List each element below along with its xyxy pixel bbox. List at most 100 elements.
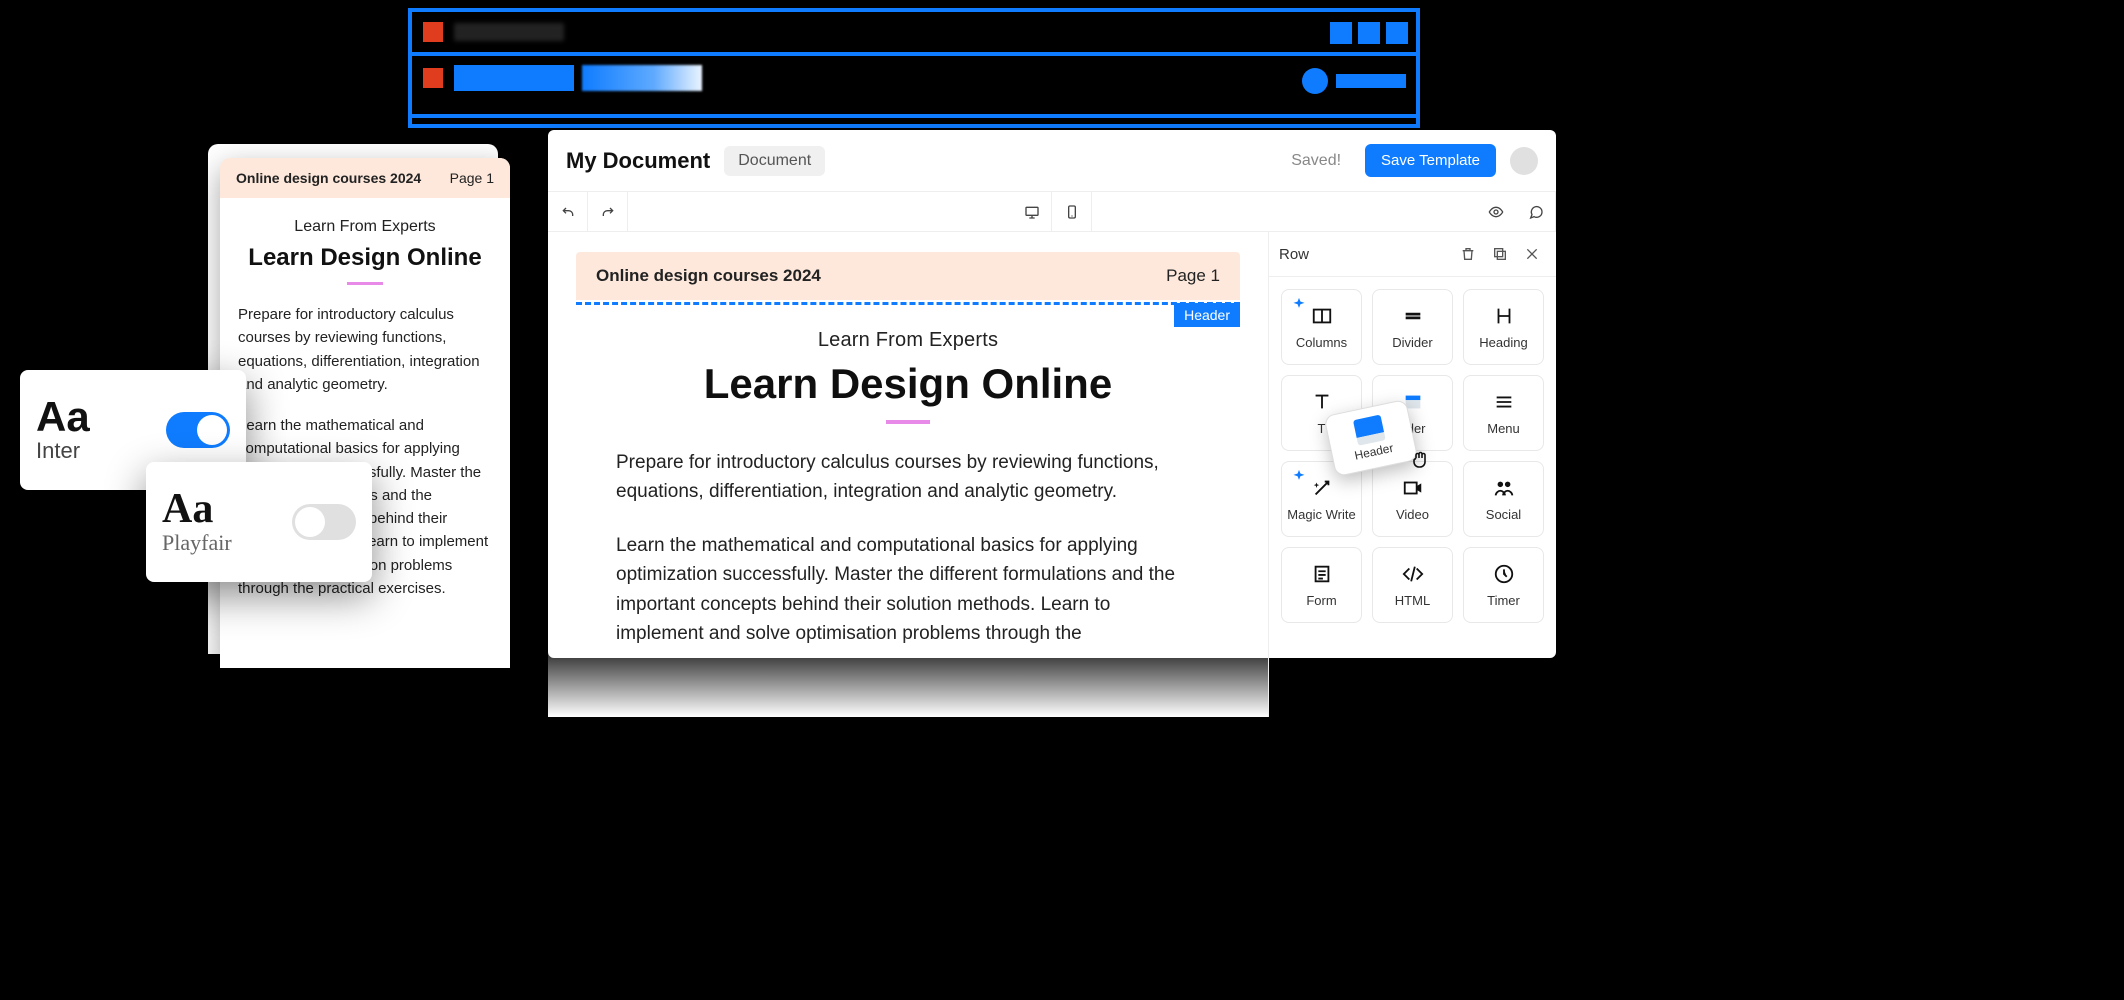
font-toggle-playfair[interactable] bbox=[292, 504, 356, 540]
block-menu[interactable]: Menu bbox=[1463, 375, 1544, 451]
text-icon bbox=[1311, 391, 1333, 413]
undo-icon bbox=[560, 204, 576, 220]
doc-header-right: Page 1 bbox=[1166, 266, 1220, 286]
desktop-view-button[interactable] bbox=[1012, 192, 1052, 232]
close-panel-button[interactable] bbox=[1518, 240, 1546, 268]
save-template-button[interactable]: Save Template bbox=[1365, 144, 1496, 177]
trash-icon bbox=[1460, 246, 1476, 262]
browser-divider bbox=[412, 114, 1416, 124]
doc-header-left: Online design courses 2024 bbox=[596, 266, 821, 286]
fade-mask bbox=[548, 637, 1268, 717]
block-heading[interactable]: Heading bbox=[1463, 289, 1544, 365]
doc-paragraph-1[interactable]: Prepare for introductory calculus course… bbox=[616, 448, 1200, 507]
drop-indicator: Header bbox=[576, 302, 1240, 305]
block-form[interactable]: Form bbox=[1281, 547, 1362, 623]
editor-app: My Document Document Saved! Save Templat… bbox=[548, 130, 1556, 658]
save-status: Saved! bbox=[1291, 152, 1341, 170]
header-block-icon bbox=[1353, 415, 1384, 438]
block-label: Columns bbox=[1296, 335, 1347, 350]
doc-title[interactable]: Learn Design Online bbox=[616, 360, 1200, 408]
panel-title: Row bbox=[1279, 246, 1309, 263]
panel-header: Row bbox=[1269, 232, 1556, 277]
sparkle-icon bbox=[1288, 296, 1310, 318]
mobile-overline: Learn From Experts bbox=[238, 218, 492, 236]
block-html[interactable]: HTML bbox=[1372, 547, 1453, 623]
social-icon bbox=[1493, 477, 1515, 499]
mobile-icon bbox=[1064, 204, 1080, 220]
toggle-knob bbox=[197, 415, 227, 445]
browser-toolbar bbox=[412, 56, 1416, 100]
doc-paragraph-2[interactable]: Learn the mathematical and computational… bbox=[616, 531, 1200, 649]
toggle-knob bbox=[295, 507, 325, 537]
selection-chip: Header bbox=[1174, 303, 1240, 327]
font-name: Inter bbox=[36, 438, 90, 464]
browser-tab-bar bbox=[412, 12, 1416, 56]
block-label: Divider bbox=[1392, 335, 1432, 350]
block-social[interactable]: Social bbox=[1463, 461, 1544, 537]
window-close-icon[interactable] bbox=[1386, 22, 1408, 44]
block-columns[interactable]: Columns bbox=[1281, 289, 1362, 365]
window-min-icon[interactable] bbox=[1330, 22, 1352, 44]
document-title[interactable]: My Document bbox=[566, 148, 710, 174]
close-icon bbox=[1524, 246, 1540, 262]
app-body: Online design courses 2024 Page 1 Header… bbox=[548, 232, 1556, 717]
copy-icon bbox=[1492, 246, 1508, 262]
font-sample: Aa bbox=[36, 396, 90, 438]
url-segment-fuzz bbox=[582, 65, 702, 91]
font-card-playfair[interactable]: Aa Playfair bbox=[146, 462, 372, 582]
form-icon bbox=[1311, 563, 1333, 585]
comment-button[interactable] bbox=[1516, 192, 1556, 232]
mobile-header-left: Online design courses 2024 bbox=[236, 170, 421, 186]
doc-divider[interactable] bbox=[886, 420, 930, 424]
mobile-preview: Online design courses 2024 Page 1 Learn … bbox=[220, 158, 510, 668]
app-icon bbox=[420, 65, 446, 91]
app-header: My Document Document Saved! Save Templat… bbox=[548, 130, 1556, 192]
browser-profile bbox=[1302, 68, 1406, 94]
redo-button[interactable] bbox=[588, 192, 628, 232]
block-label: HTML bbox=[1395, 593, 1430, 608]
font-sample: Aa bbox=[162, 488, 232, 530]
heading-icon bbox=[1493, 305, 1515, 327]
clock-icon bbox=[1493, 563, 1515, 585]
video-icon bbox=[1402, 477, 1424, 499]
font-toggle-inter[interactable] bbox=[166, 412, 230, 448]
app-toolbar bbox=[548, 192, 1556, 232]
grab-cursor-icon bbox=[1409, 447, 1433, 471]
font-name: Playfair bbox=[162, 530, 232, 556]
eye-icon bbox=[1488, 204, 1504, 220]
block-label: Video bbox=[1396, 507, 1429, 522]
window-max-icon[interactable] bbox=[1358, 22, 1380, 44]
favicon-icon bbox=[420, 19, 446, 45]
block-divider[interactable]: Divider bbox=[1372, 289, 1453, 365]
user-avatar[interactable] bbox=[1510, 147, 1538, 175]
delete-button[interactable] bbox=[1454, 240, 1482, 268]
blocks-panel: Row Columns Divider bbox=[1268, 232, 1556, 717]
undo-button[interactable] bbox=[548, 192, 588, 232]
block-label: Form bbox=[1306, 593, 1336, 608]
tab-title-placeholder bbox=[454, 23, 564, 41]
desktop-icon bbox=[1024, 204, 1040, 220]
wand-icon bbox=[1311, 477, 1333, 499]
duplicate-button[interactable] bbox=[1486, 240, 1514, 268]
mobile-header-right: Page 1 bbox=[450, 170, 494, 186]
document-header-bar[interactable]: Online design courses 2024 Page 1 bbox=[576, 252, 1240, 300]
canvas[interactable]: Online design courses 2024 Page 1 Header… bbox=[548, 232, 1268, 717]
window-controls bbox=[1330, 22, 1408, 44]
comment-icon bbox=[1528, 204, 1544, 220]
browser-chrome bbox=[408, 8, 1420, 128]
block-timer[interactable]: Timer bbox=[1463, 547, 1544, 623]
block-label: Social bbox=[1486, 507, 1521, 522]
block-video[interactable]: Video bbox=[1372, 461, 1453, 537]
url-segment bbox=[454, 65, 574, 91]
block-label: Timer bbox=[1487, 593, 1520, 608]
menu-icon bbox=[1493, 391, 1515, 413]
profile-avatar-icon bbox=[1302, 68, 1328, 94]
columns-icon bbox=[1311, 305, 1333, 327]
profile-name-placeholder bbox=[1336, 74, 1406, 88]
preview-button[interactable] bbox=[1476, 192, 1516, 232]
document-type-pill[interactable]: Document bbox=[724, 146, 825, 176]
doc-overline[interactable]: Learn From Experts bbox=[616, 329, 1200, 352]
mobile-header-bar: Online design courses 2024 Page 1 bbox=[220, 158, 510, 198]
sparkle-icon bbox=[1288, 468, 1310, 490]
mobile-view-button[interactable] bbox=[1052, 192, 1092, 232]
